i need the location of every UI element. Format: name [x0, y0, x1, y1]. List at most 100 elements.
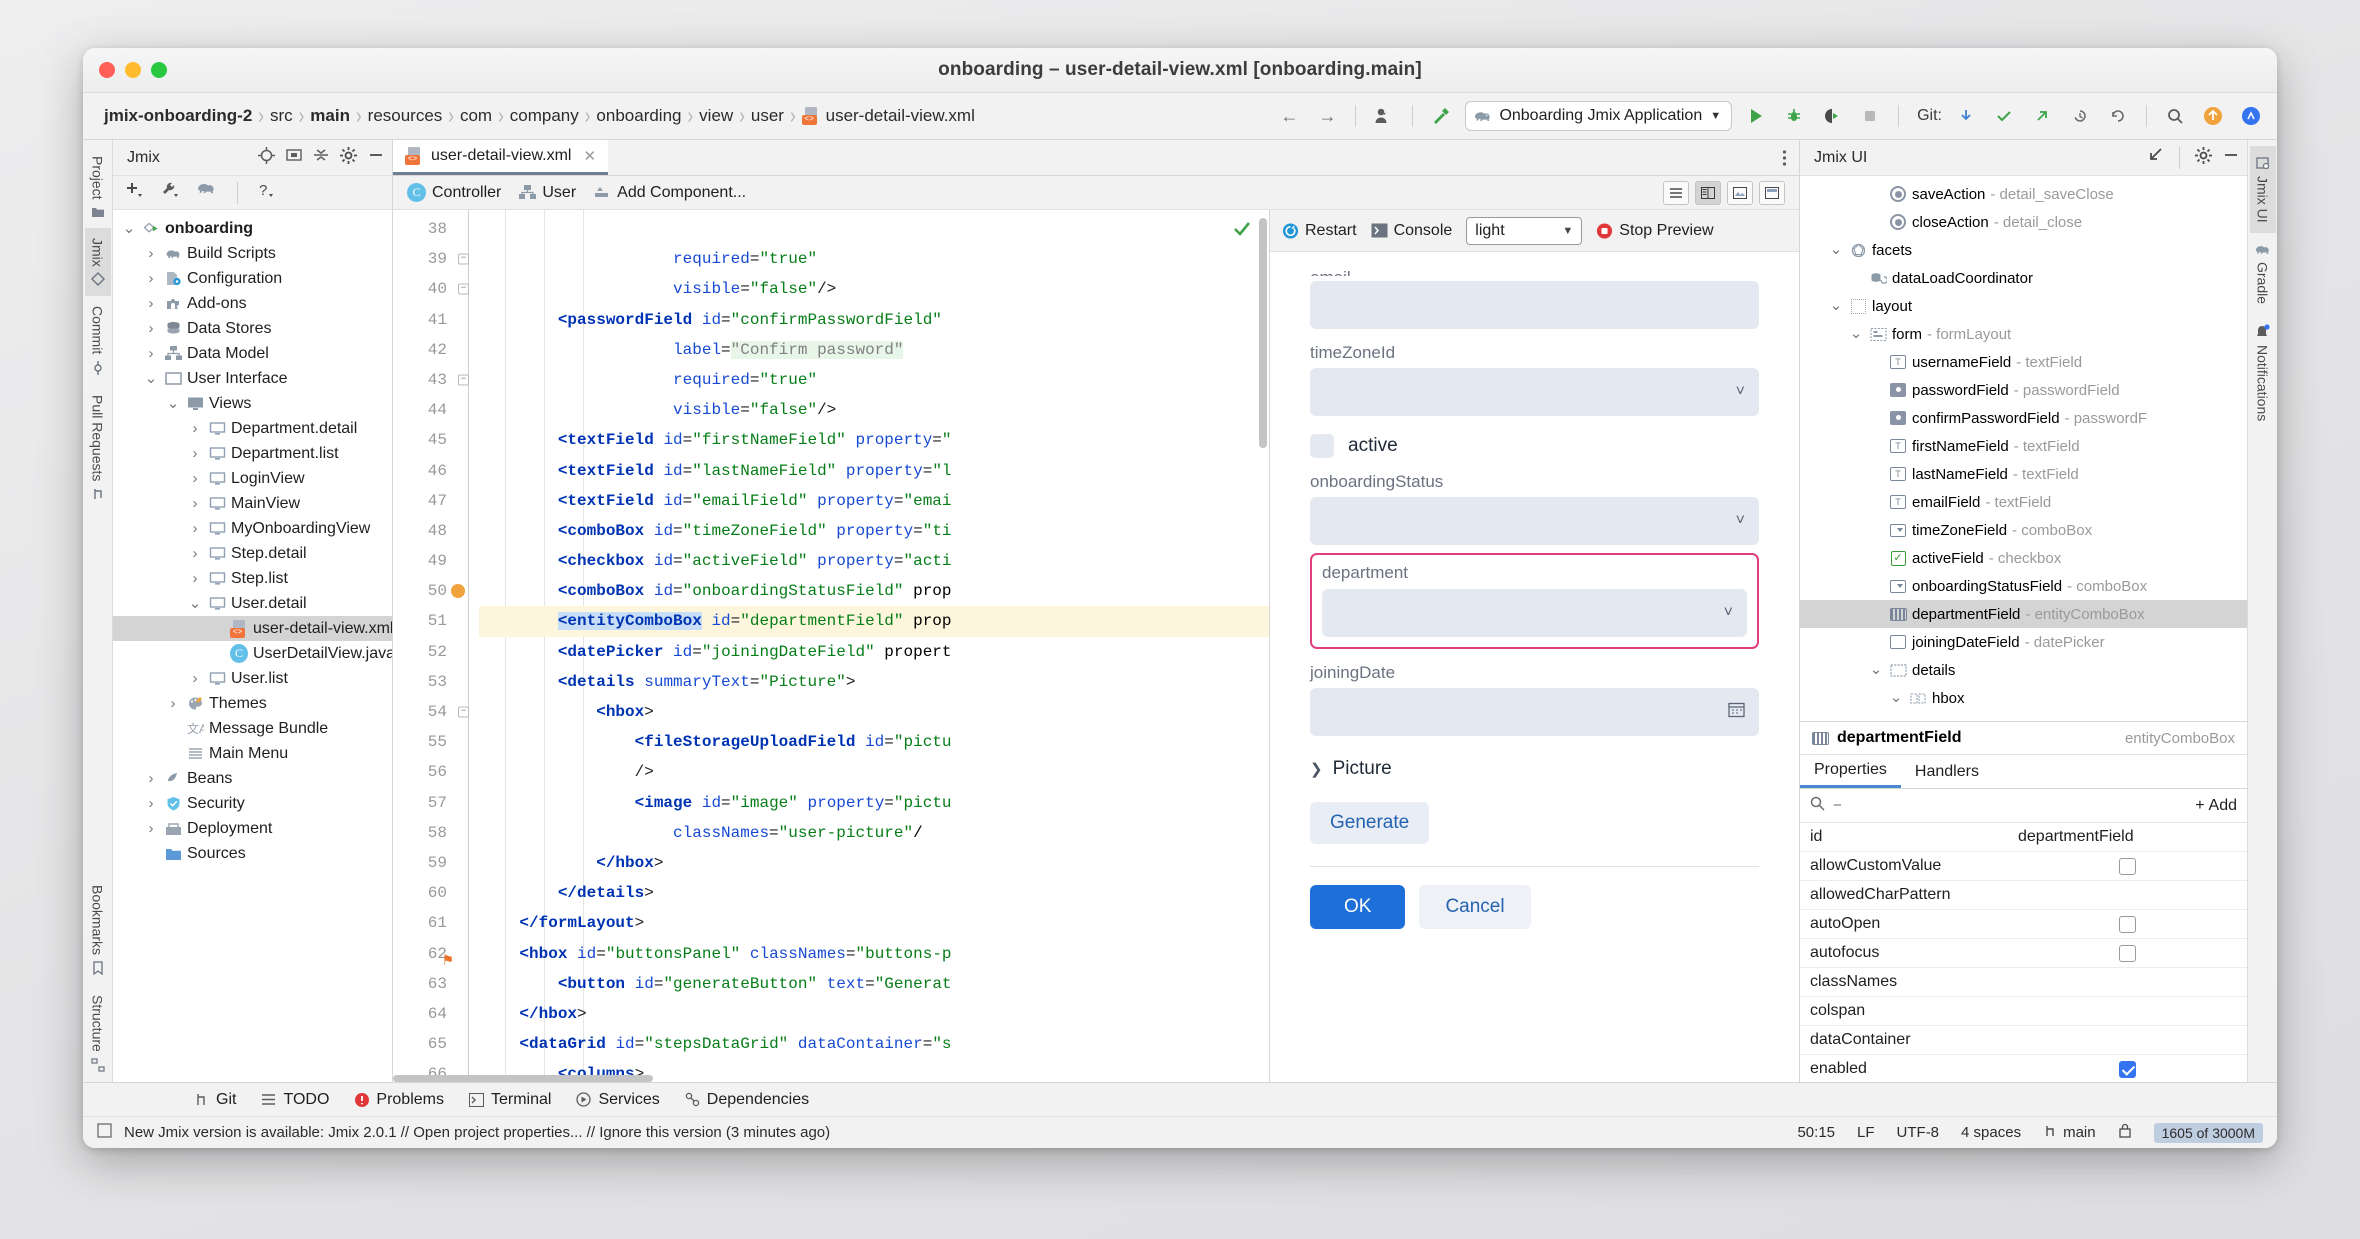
split-view-button[interactable] — [1695, 180, 1721, 205]
chevron-right-icon[interactable]: › — [187, 570, 203, 587]
project-tree-item-sources[interactable]: Sources — [113, 841, 392, 866]
code-line-43[interactable]: required="true" — [479, 365, 1269, 395]
git-rollback-icon[interactable] — [2104, 102, 2132, 130]
inspection-ok-check[interactable] — [1231, 218, 1253, 245]
chevron-down-icon[interactable]: ⌄ — [1868, 662, 1884, 677]
rail-item-project[interactable]: Project — [85, 146, 111, 228]
code-line-60[interactable]: </details> — [479, 878, 1269, 908]
project-tree-item-main-menu[interactable]: Main Menu — [113, 741, 392, 766]
gear-icon[interactable] — [340, 146, 357, 169]
property-row[interactable]: classNames — [1800, 968, 2247, 997]
gutter-line-51[interactable]: 51 — [393, 606, 479, 636]
code-line-47[interactable]: <textField id="emailField" property="ema… — [479, 486, 1269, 516]
fold-toggle-icon[interactable]: − — [458, 374, 469, 386]
chevron-right-icon[interactable]: › — [143, 795, 159, 812]
breadcrumb-item-user[interactable]: user — [748, 106, 787, 126]
hammer-icon[interactable] — [1427, 102, 1455, 130]
subtab-controller[interactable]: C Controller — [407, 183, 501, 202]
run-configuration-selector[interactable]: Onboarding Jmix Application ▼ — [1465, 101, 1733, 131]
jmix-tree-item-departmentfield[interactable]: departmentField - entityComboBox — [1800, 600, 2247, 628]
code-line-55[interactable]: <fileStorageUploadField id="pictu — [479, 727, 1269, 757]
chevron-right-icon[interactable]: › — [165, 695, 181, 712]
property-value[interactable] — [2008, 857, 2247, 875]
code-line-44[interactable]: visible="false"/> — [479, 395, 1269, 425]
project-tree-item-user-list[interactable]: › User.list — [113, 666, 392, 691]
chevron-right-icon[interactable]: › — [187, 445, 203, 462]
theme-selector[interactable]: light ▼ — [1466, 216, 1583, 245]
property-row[interactable]: dataContainer — [1800, 1026, 2247, 1055]
expand-all-icon[interactable] — [286, 147, 302, 168]
arrow-left-icon[interactable]: ← — [1275, 102, 1303, 130]
chevron-down-icon[interactable]: ⌄ — [1888, 690, 1904, 705]
jmix-tree-item-usernamefield[interactable]: TusernameField - textField — [1800, 348, 2247, 376]
fold-toggle-icon[interactable]: − — [458, 253, 469, 265]
properties-table[interactable]: id departmentField allowCustomValue allowed… — [1800, 823, 2247, 1082]
tool-problems[interactable]: Problems — [353, 1091, 444, 1109]
project-tree-item-message-bundle[interactable]: 文A Message Bundle — [113, 716, 392, 741]
property-value[interactable] — [2008, 944, 2247, 962]
project-tree-item-onboarding[interactable]: ⌄ onboarding — [113, 216, 392, 241]
file-encoding[interactable]: UTF-8 — [1897, 1124, 1940, 1141]
chevron-right-icon[interactable]: › — [143, 245, 159, 262]
chevron-right-icon[interactable]: › — [143, 295, 159, 312]
property-row[interactable]: id departmentField — [1800, 823, 2247, 852]
gradle-elephant-icon[interactable] — [197, 181, 217, 204]
jmix-tree-item-layout[interactable]: ⌄ layout — [1800, 292, 2247, 320]
preview-view-button[interactable] — [1759, 180, 1785, 205]
gutter-line-53[interactable]: 53 — [393, 667, 479, 697]
code-line-57[interactable]: <image id="image" property="pictu — [479, 788, 1269, 818]
tool-todo[interactable]: TODO — [260, 1091, 329, 1109]
editor-vertical-scrollbar[interactable] — [1259, 218, 1267, 448]
jmix-tree-item-lastnamefield[interactable]: TlastNameField - textField — [1800, 460, 2247, 488]
property-row[interactable]: enabled — [1800, 1055, 2247, 1082]
gutter-line-49[interactable]: 49 — [393, 546, 479, 576]
gutter-line-48[interactable]: 48 — [393, 516, 479, 546]
chevron-right-icon[interactable]: › — [143, 345, 159, 362]
chevron-right-icon[interactable]: › — [187, 520, 203, 537]
code-line-51[interactable]: <entityComboBox id="departmentField" pro… — [479, 606, 1269, 637]
jmix-ui-tree[interactable]: saveAction - detail_saveClose closeAction… — [1800, 176, 2247, 721]
chevron-down-icon[interactable]: ⌄ — [143, 371, 159, 386]
chevron-right-icon[interactable]: › — [143, 820, 159, 837]
minimize-icon[interactable] — [368, 147, 384, 168]
indent-setting[interactable]: 4 spaces — [1961, 1124, 2021, 1141]
property-value[interactable]: departmentField — [2008, 828, 2247, 846]
gutter-line-41[interactable]: 41 — [393, 305, 479, 335]
picture-details-toggle[interactable]: ❯ Picture — [1310, 758, 1759, 780]
code-line-52[interactable]: <datePicker id="joiningDateField" proper… — [479, 637, 1269, 667]
joining-date-picker[interactable] — [1310, 688, 1759, 736]
property-row[interactable]: allowCustomValue — [1800, 852, 2247, 881]
code-line-49[interactable]: <checkbox id="activeField" property="act… — [479, 546, 1269, 576]
gutter-line-44[interactable]: 44 — [393, 395, 479, 425]
gutter-line-62[interactable]: 62 ⚑ — [393, 939, 479, 970]
code-line-46[interactable]: <textField id="lastNameField" property="… — [479, 456, 1269, 486]
chevron-down-icon[interactable]: ⌄ — [187, 596, 203, 611]
rail-item-structure[interactable]: Structure — [85, 985, 111, 1082]
gutter-line-47[interactable]: 47 — [393, 486, 479, 516]
chevron-down-icon[interactable]: ⌄ — [1848, 326, 1864, 341]
gutter-line-60[interactable]: 60 — [393, 878, 479, 908]
project-tree[interactable]: ⌄ onboarding › Build Scripts › Configuration ›… — [113, 210, 392, 1082]
property-checkbox[interactable] — [2119, 944, 2136, 962]
code-line-56[interactable]: /> — [479, 757, 1269, 787]
code-editor[interactable]: 38 39−40−41 42 43−44 45 46 47 48 49 50 51 52 53 54−55… — [393, 210, 1269, 1082]
chevron-down-icon[interactable]: ⌄ — [165, 396, 181, 411]
project-tree-item-loginview[interactable]: › LoginView — [113, 466, 392, 491]
property-row[interactable]: allowedCharPattern — [1800, 881, 2247, 910]
plus-icon[interactable] — [125, 181, 145, 204]
gutter-line-56[interactable]: 56 — [393, 757, 479, 787]
rail-item-jmix-ui[interactable]: Jmix UI — [2249, 146, 2276, 233]
project-tree-item-myonboardingview[interactable]: › MyOnboardingView — [113, 516, 392, 541]
tool-dependencies[interactable]: Dependencies — [684, 1091, 809, 1109]
project-tree-item-views[interactable]: ⌄ Views — [113, 391, 392, 416]
chevron-down-icon[interactable]: ⌄ — [1828, 242, 1844, 257]
property-checkbox[interactable] — [2119, 1060, 2136, 1078]
collapse-all-icon[interactable] — [313, 147, 329, 168]
code-line-65[interactable]: <dataGrid id="stepsDataGrid" dataContain… — [479, 1029, 1269, 1059]
gutter-line-61[interactable]: 61 — [393, 908, 479, 938]
jmix-tree-item-dataloadcoordinator[interactable]: dataLoadCoordinator — [1800, 264, 2247, 292]
breadcrumb-item-file[interactable]: user-detail-view.xml — [799, 106, 978, 126]
chevron-right-icon[interactable]: › — [187, 420, 203, 437]
gutter-line-38[interactable]: 38 — [393, 214, 479, 244]
gutter-line-65[interactable]: 65 — [393, 1029, 479, 1059]
